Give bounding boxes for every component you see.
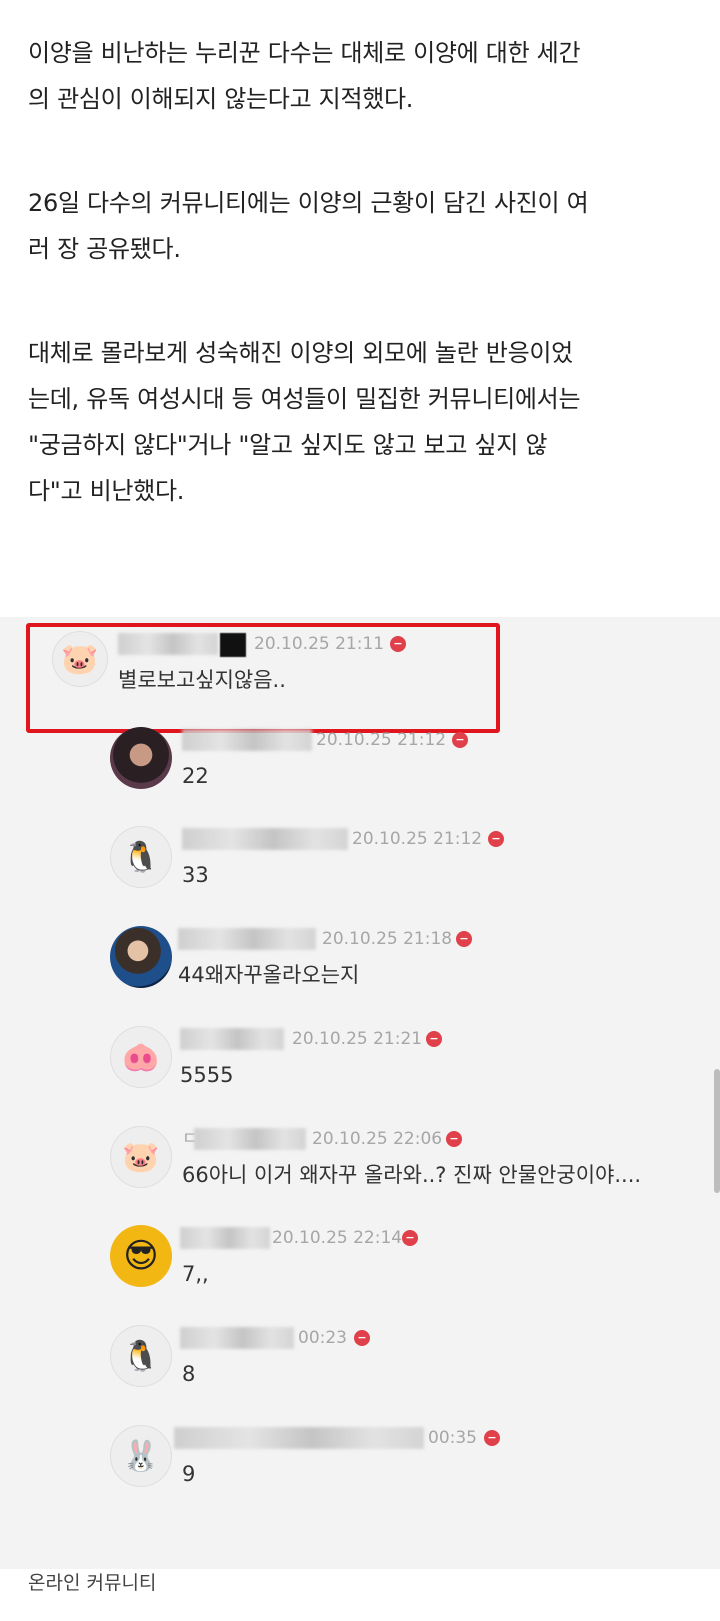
- comment-item: 🐷 ㄷ 20.10.25 22:06 − 66아니 이거 왜자꾸 올라와..? …: [110, 1126, 710, 1196]
- delete-icon[interactable]: −: [484, 1430, 500, 1446]
- comment-timestamp: 20.10.25 21:18: [322, 929, 453, 949]
- sunglasses-face-icon: 😎: [110, 1225, 172, 1287]
- username-blurred: [174, 1427, 424, 1449]
- rabbit-icon: 🐰: [110, 1425, 172, 1487]
- text-line: 이양을 비난하는 누리꾼 다수는 대체로 이양에 대한 세간: [28, 39, 581, 67]
- username-blurred: [194, 1128, 306, 1150]
- username-blurred: [180, 1327, 294, 1349]
- text-line: 26일 다수의 커뮤니티에는 이양의 근황이 담긴 사진이 여: [28, 189, 589, 217]
- delete-icon[interactable]: −: [446, 1131, 462, 1147]
- comment-timestamp: 00:35: [428, 1428, 477, 1448]
- comment-timestamp: 20.10.25 21:21: [292, 1029, 423, 1049]
- comment-timestamp: 20.10.25 21:12: [352, 829, 483, 849]
- article-paragraph-3: 대체로 몰라보게 성숙해진 이양의 외모에 놀란 반응이었 는데, 유독 여성시…: [28, 330, 692, 514]
- delete-icon[interactable]: −: [402, 1230, 418, 1246]
- comment-text: 7,,: [182, 1262, 209, 1286]
- username-blurred: [180, 1227, 270, 1249]
- comment-timestamp: 20.10.25 22:14: [272, 1228, 403, 1248]
- penguin-icon: 🐧: [110, 1325, 172, 1387]
- comment-text: 9: [182, 1462, 196, 1486]
- image-source-caption: 온라인 커뮤니티: [28, 1572, 157, 1594]
- comment-text: 22: [182, 764, 209, 788]
- text-line: 대체로 몰라보게 성숙해진 이양의 외모에 놀란 반응이었: [28, 339, 573, 367]
- username-blurred: [178, 928, 316, 950]
- profile-photo: [110, 926, 172, 988]
- delete-icon[interactable]: −: [354, 1330, 370, 1346]
- comment-text: 33: [182, 863, 209, 887]
- comment-text: 44왜자꾸올라오는지: [178, 963, 360, 987]
- comment-timestamp: 00:23: [298, 1328, 347, 1348]
- comment-text: 8: [182, 1362, 196, 1386]
- comment-timestamp: 20.10.25 21:12: [316, 730, 447, 750]
- article-paragraph-1: 이양을 비난하는 누리꾼 다수는 대체로 이양에 대한 세간 의 관심이 이해되…: [28, 30, 692, 122]
- comment-item: 🐷 20.10.25 21:11 − 별로보고싶지않음..: [52, 631, 492, 701]
- username-blurred: [182, 828, 348, 850]
- comment-text: 5555: [180, 1063, 234, 1087]
- delete-icon[interactable]: −: [488, 831, 504, 847]
- text-line: "궁금하지 않다"거나 "알고 싶지도 않고 보고 싶지 않: [28, 431, 548, 459]
- penguin-icon: 🐧: [110, 826, 172, 888]
- article-paragraph-2: 26일 다수의 커뮤니티에는 이양의 근황이 담긴 사진이 여 러 장 공유됐다…: [28, 180, 692, 272]
- text-line: 는데, 유독 여성시대 등 여성들이 밀집한 커뮤니티에서는: [28, 385, 581, 413]
- delete-icon[interactable]: −: [452, 732, 468, 748]
- username-blurred: [182, 729, 312, 751]
- text-line: 의 관심이 이해되지 않는다고 지적했다.: [28, 85, 414, 113]
- pig-icon: 🐷: [52, 631, 108, 687]
- comment-timestamp: 20.10.25 21:11: [254, 634, 385, 654]
- username-blurred: [180, 1028, 284, 1050]
- comment-timestamp: 20.10.25 22:06: [312, 1129, 443, 1149]
- comment-item: 🐰 00:35 − 9: [110, 1425, 710, 1495]
- comment-item: 🐽 20.10.25 21:21 − 5555: [110, 1026, 710, 1096]
- comment-item: 20.10.25 21:12 − 22: [110, 727, 710, 797]
- article-body: 이양을 비난하는 누리꾼 다수는 대체로 이양에 대한 세간 의 관심이 이해되…: [0, 0, 720, 514]
- username-redacted: [220, 633, 246, 657]
- pig-icon: 🐷: [110, 1126, 172, 1188]
- comment-screenshot: 🐷 20.10.25 21:11 − 별로보고싶지않음.. 20.10.25 2…: [0, 617, 720, 1569]
- text-line: 다"고 비난했다.: [28, 477, 185, 505]
- comment-item: 🐧 00:23 − 8: [110, 1325, 710, 1395]
- text-line: 러 장 공유됐다.: [28, 235, 181, 263]
- comment-text: 별로보고싶지않음..: [118, 668, 286, 692]
- scrollbar[interactable]: [714, 1069, 720, 1193]
- profile-photo: [110, 727, 172, 789]
- comment-text: 66아니 이거 왜자꾸 올라와..? 진짜 안물안궁이야....: [182, 1163, 642, 1187]
- username-blurred: [118, 633, 218, 655]
- comment-item: 20.10.25 21:18 − 44왜자꾸올라오는지: [110, 926, 710, 996]
- comment-item: 🐧 20.10.25 21:12 − 33: [110, 826, 710, 896]
- delete-icon[interactable]: −: [426, 1031, 442, 1047]
- delete-icon[interactable]: −: [456, 931, 472, 947]
- comment-item: 😎 20.10.25 22:14 − 7,,: [110, 1225, 710, 1295]
- delete-icon[interactable]: −: [390, 636, 406, 652]
- piglet-icon: 🐽: [110, 1026, 172, 1088]
